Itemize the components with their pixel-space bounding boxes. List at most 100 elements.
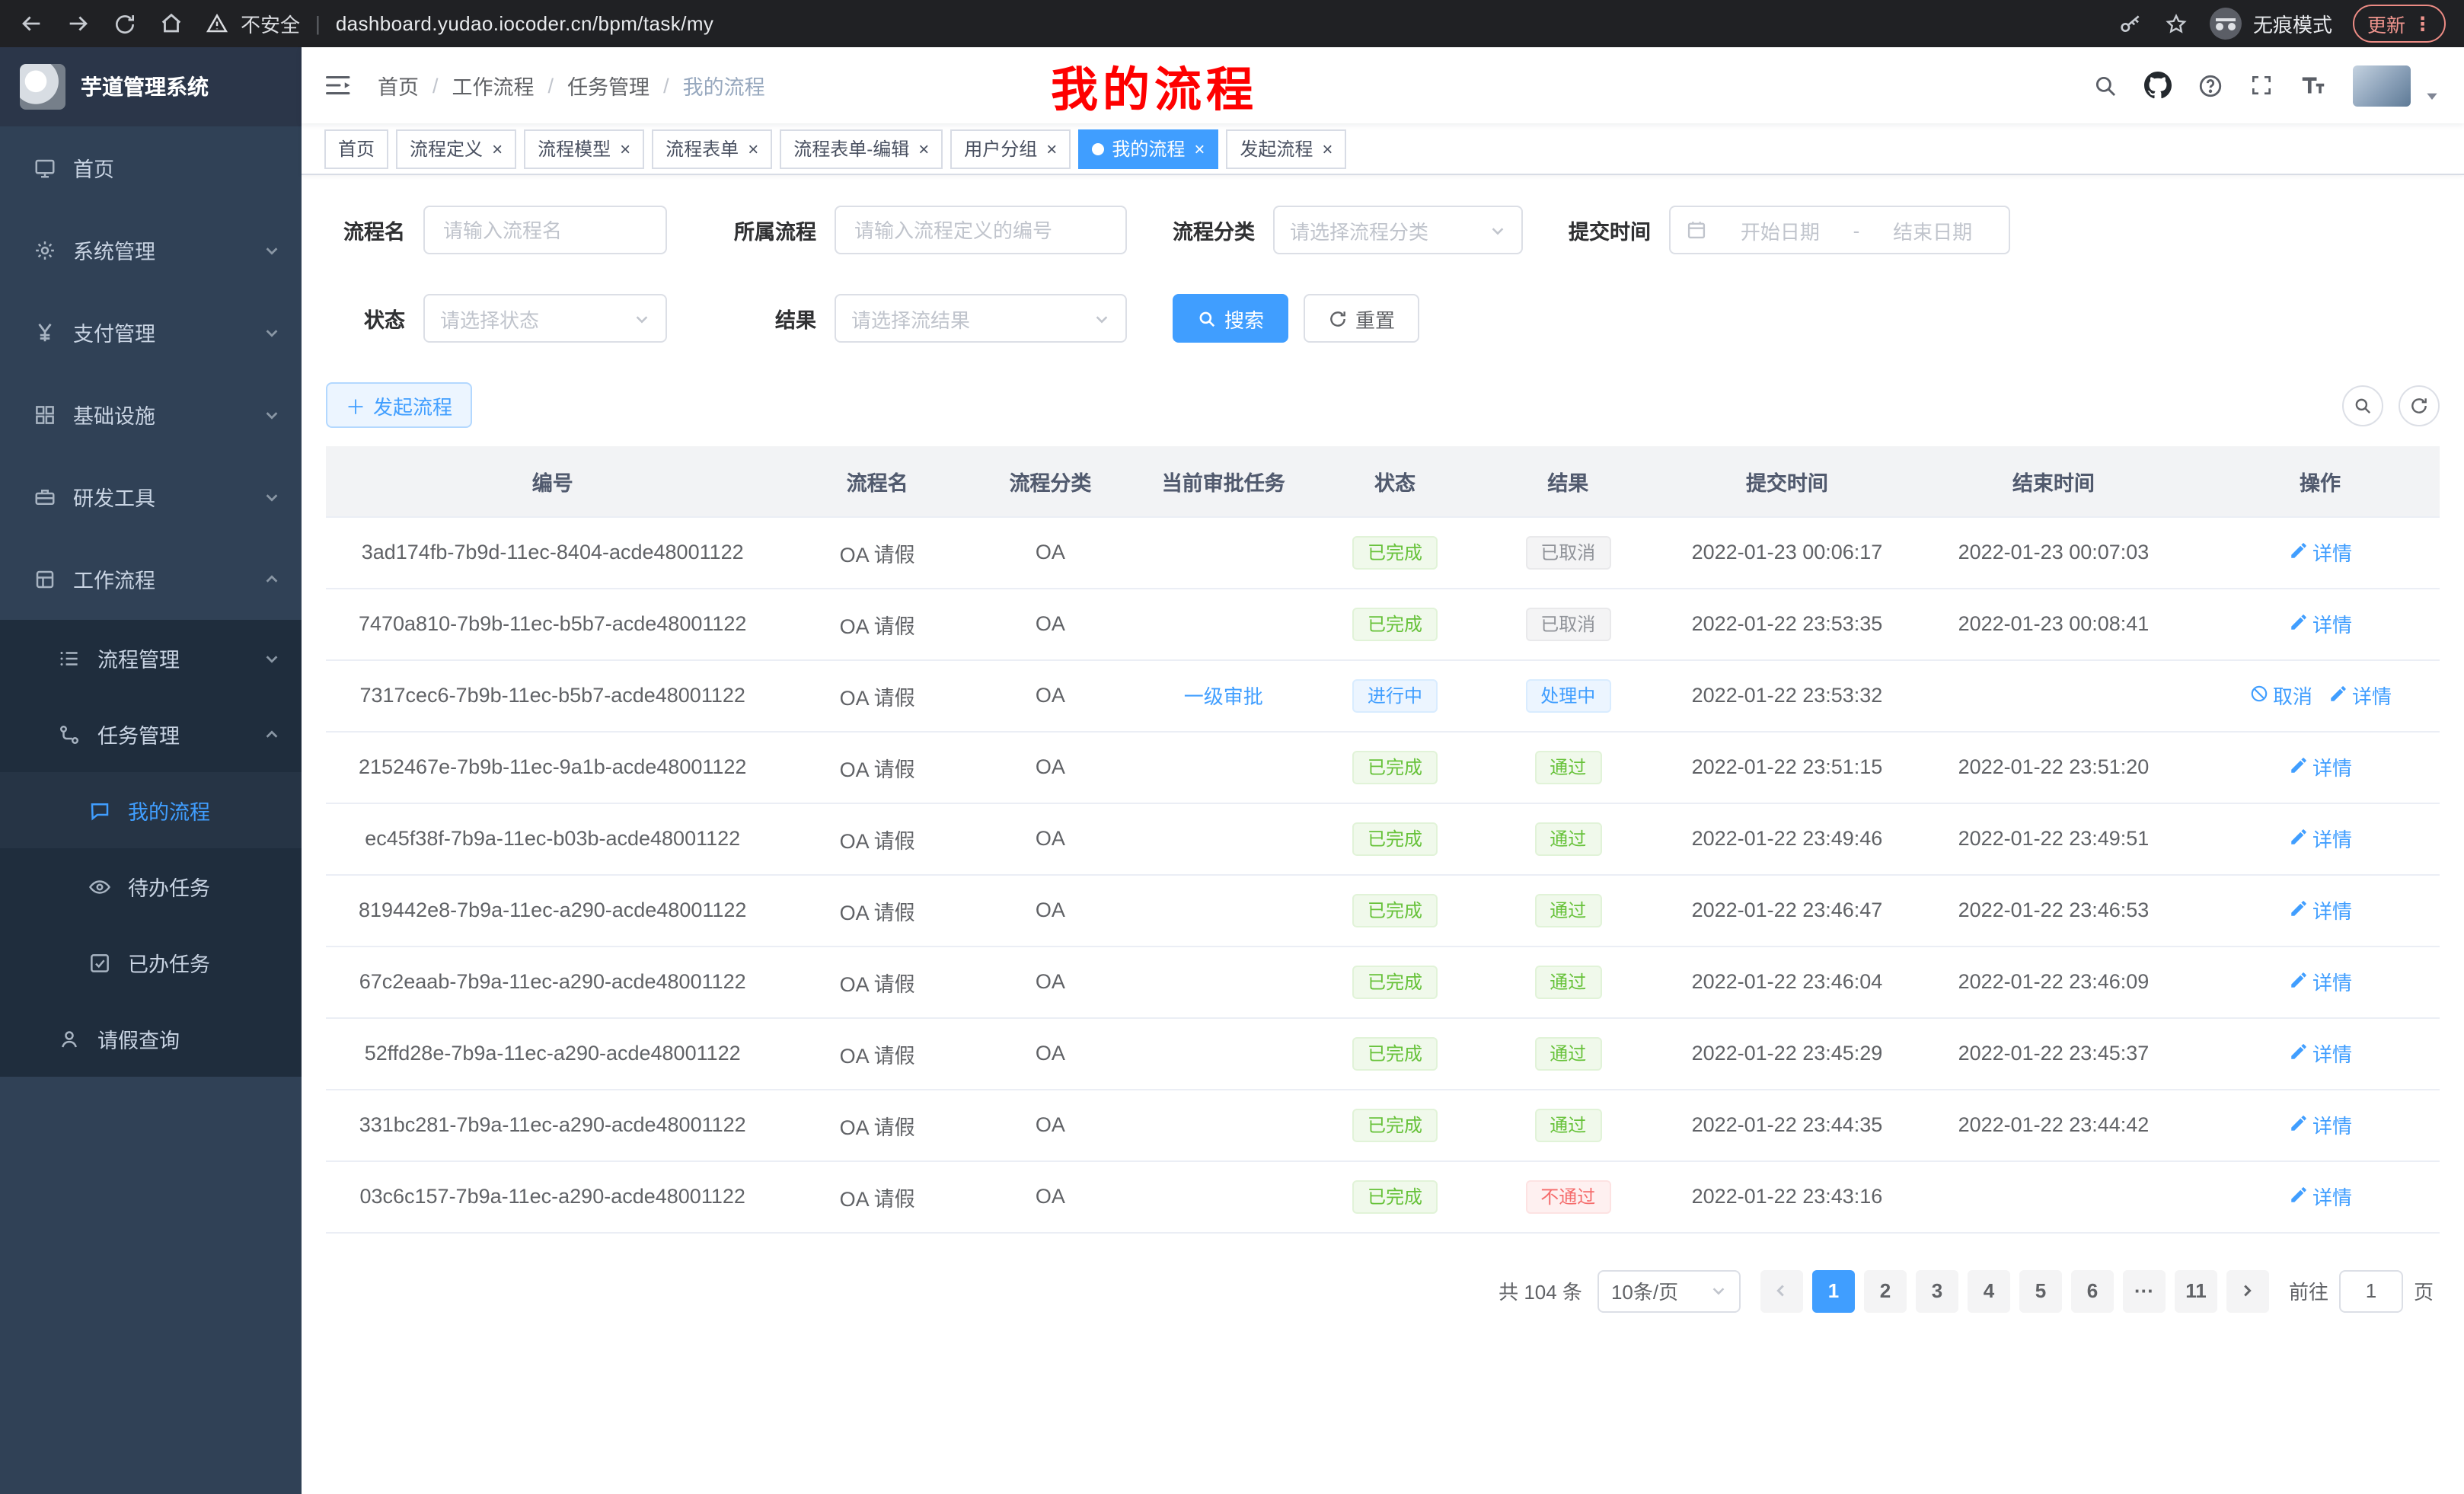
detail-action-link[interactable]: 详情 bbox=[2288, 609, 2352, 638]
category-select[interactable]: 请选择流程分类 bbox=[1273, 206, 1523, 254]
detail-action-link[interactable]: 详情 bbox=[2288, 1039, 2352, 1068]
search-button[interactable]: 搜索 bbox=[1173, 294, 1288, 343]
search-icon bbox=[1197, 308, 1217, 328]
result-badge: 已取消 bbox=[1525, 535, 1610, 569]
toggle-search-button[interactable] bbox=[2342, 385, 2383, 426]
prev-page-button[interactable] bbox=[1760, 1269, 1803, 1312]
sidebar-item-leave-query[interactable]: 请假查询 bbox=[0, 1001, 302, 1077]
update-button[interactable]: 更新 ⋮ bbox=[2354, 5, 2446, 43]
pagination-ellipsis[interactable]: ··· bbox=[2123, 1269, 2166, 1312]
cancel-action-link[interactable]: 取消 bbox=[2249, 681, 2312, 710]
sidebar-item-my-process[interactable]: 我的流程 bbox=[0, 772, 302, 848]
detail-action-link[interactable]: 详情 bbox=[2288, 1110, 2352, 1139]
search-icon[interactable] bbox=[2092, 72, 2118, 98]
tab-我的流程[interactable]: 我的流程× bbox=[1078, 129, 1218, 168]
refresh-table-button[interactable] bbox=[2399, 385, 2440, 426]
tab-发起流程[interactable]: 发起流程 × bbox=[1226, 129, 1346, 168]
actions-cell: 详情 bbox=[2201, 588, 2440, 659]
status-select[interactable]: 请选择状态 bbox=[423, 294, 667, 343]
bookmark-star-icon[interactable] bbox=[2165, 11, 2189, 36]
page-button-2[interactable]: 2 bbox=[1864, 1269, 1907, 1312]
submit-time-cell: 2022-01-22 23:43:16 bbox=[1668, 1160, 1907, 1232]
page-button-5[interactable]: 5 bbox=[2019, 1269, 2062, 1312]
address-bar[interactable]: 不安全 | dashboard.yudao.iocoder.cn/bpm/tas… bbox=[206, 9, 2098, 38]
sidebar-item-devtools[interactable]: 研发工具 bbox=[0, 455, 302, 538]
sidebar-item-todo-task[interactable]: 待办任务 bbox=[0, 848, 302, 924]
user-avatar[interactable] bbox=[2353, 65, 2411, 106]
page-button-1[interactable]: 1 bbox=[1812, 1269, 1855, 1312]
breadcrumb-item[interactable]: 任务管理 bbox=[567, 70, 650, 101]
close-tab-icon[interactable]: × bbox=[492, 139, 503, 158]
next-page-button[interactable] bbox=[2226, 1269, 2269, 1312]
process-key-label: 所属流程 bbox=[713, 215, 816, 245]
process-name-input[interactable] bbox=[423, 206, 667, 254]
page-button-6[interactable]: 6 bbox=[2071, 1269, 2114, 1312]
tab-流程定义[interactable]: 流程定义× bbox=[396, 129, 516, 168]
url-text: dashboard.yudao.iocoder.cn/bpm/task/my bbox=[336, 12, 714, 35]
tab-流程模型[interactable]: 流程模型× bbox=[524, 129, 644, 168]
page-button-4[interactable]: 4 bbox=[1968, 1269, 2010, 1312]
actions-cell: 详情 bbox=[2201, 516, 2440, 588]
detail-action-link[interactable]: 详情 bbox=[2288, 538, 2352, 567]
page-button-11[interactable]: 11 bbox=[2175, 1269, 2217, 1312]
process-id-cell: 52ffd28e-7b9a-11ec-a290-acde48001122 bbox=[326, 1017, 779, 1089]
sidebar-item-system[interactable]: 系统管理 bbox=[0, 209, 302, 291]
sidebar-item-payment[interactable]: 支付管理 bbox=[0, 291, 302, 373]
close-tab-icon[interactable]: × bbox=[1322, 139, 1333, 158]
close-tab-icon[interactable]: × bbox=[748, 139, 758, 158]
sidebar-item-infrastructure[interactable]: 基础设施 bbox=[0, 373, 302, 455]
tab-流程表单[interactable]: 流程表单× bbox=[652, 129, 772, 168]
process-category-cell: OA bbox=[975, 1017, 1125, 1089]
end-time-cell bbox=[1907, 659, 2201, 731]
sidebar-item-workflow[interactable]: 工作流程 bbox=[0, 538, 302, 620]
breadcrumb-item[interactable]: 工作流程 bbox=[452, 70, 535, 101]
key-icon[interactable] bbox=[2119, 11, 2143, 36]
detail-action-link[interactable]: 详情 bbox=[2328, 681, 2392, 710]
tab-用户分组[interactable]: 用户分组× bbox=[950, 129, 1071, 168]
create-process-button[interactable]: ＋ 发起流程 bbox=[326, 382, 472, 428]
browser-home-icon[interactable] bbox=[158, 11, 184, 37]
back-icon[interactable] bbox=[18, 11, 44, 37]
font-size-icon[interactable] bbox=[2300, 72, 2327, 99]
menu-fold-icon[interactable] bbox=[326, 72, 353, 99]
table-row: 2152467e-7b9b-11ec-9a1b-acde48001122OA 请… bbox=[326, 731, 2440, 803]
breadcrumb-item[interactable]: 首页 bbox=[378, 70, 419, 101]
fullscreen-icon[interactable] bbox=[2249, 73, 2274, 97]
tab-label: 发起流程 bbox=[1240, 136, 1313, 161]
sidebar-item-done-task[interactable]: 已办任务 bbox=[0, 924, 302, 1001]
close-tab-icon[interactable]: × bbox=[918, 139, 929, 158]
forward-icon[interactable] bbox=[65, 11, 91, 37]
submit-time-cell: 2022-01-22 23:44:35 bbox=[1668, 1089, 1907, 1160]
sidebar-item-home[interactable]: 首页 bbox=[0, 126, 302, 209]
tab-流程表单-编辑[interactable]: 流程表单-编辑× bbox=[780, 129, 943, 168]
close-tab-icon[interactable]: × bbox=[1194, 139, 1205, 158]
github-icon[interactable] bbox=[2144, 72, 2172, 99]
sidebar-item-process-management[interactable]: 流程管理 bbox=[0, 620, 302, 696]
close-tab-icon[interactable]: × bbox=[1046, 139, 1057, 158]
process-key-input[interactable] bbox=[835, 206, 1127, 254]
result-select[interactable]: 请选择流结果 bbox=[835, 294, 1127, 343]
table-row: 03c6c157-7b9a-11ec-a290-acde48001122OA 请… bbox=[326, 1160, 2440, 1232]
reload-icon[interactable] bbox=[113, 11, 137, 36]
status-cell: 已完成 bbox=[1321, 1017, 1468, 1089]
page-button-3[interactable]: 3 bbox=[1916, 1269, 1958, 1312]
detail-action-link[interactable]: 详情 bbox=[2288, 752, 2352, 781]
infra-icon bbox=[34, 403, 70, 426]
detail-action-link[interactable]: 详情 bbox=[2288, 895, 2352, 924]
action-label: 详情 bbox=[2312, 1039, 2352, 1068]
avatar-caret-down-icon[interactable] bbox=[2424, 88, 2440, 104]
help-icon[interactable] bbox=[2197, 72, 2223, 98]
reset-button[interactable]: 重置 bbox=[1304, 294, 1419, 343]
column-header: 当前审批任务 bbox=[1125, 446, 1321, 516]
detail-action-link[interactable]: 详情 bbox=[2288, 967, 2352, 996]
detail-action-link[interactable]: 详情 bbox=[2288, 824, 2352, 853]
sidebar-item-task-management[interactable]: 任务管理 bbox=[0, 696, 302, 772]
browser-menu-icon[interactable]: ⋮ bbox=[2413, 12, 2432, 35]
detail-action-link[interactable]: 详情 bbox=[2288, 1182, 2352, 1211]
page-size-select[interactable]: 10条/页 bbox=[1597, 1269, 1741, 1312]
task-link[interactable]: 一级审批 bbox=[1184, 681, 1263, 710]
goto-page-input[interactable] bbox=[2339, 1269, 2403, 1312]
submit-time-range[interactable]: 开始日期 - 结束日期 bbox=[1669, 206, 2010, 254]
tab-首页[interactable]: 首页 bbox=[324, 129, 388, 168]
close-tab-icon[interactable]: × bbox=[620, 139, 630, 158]
